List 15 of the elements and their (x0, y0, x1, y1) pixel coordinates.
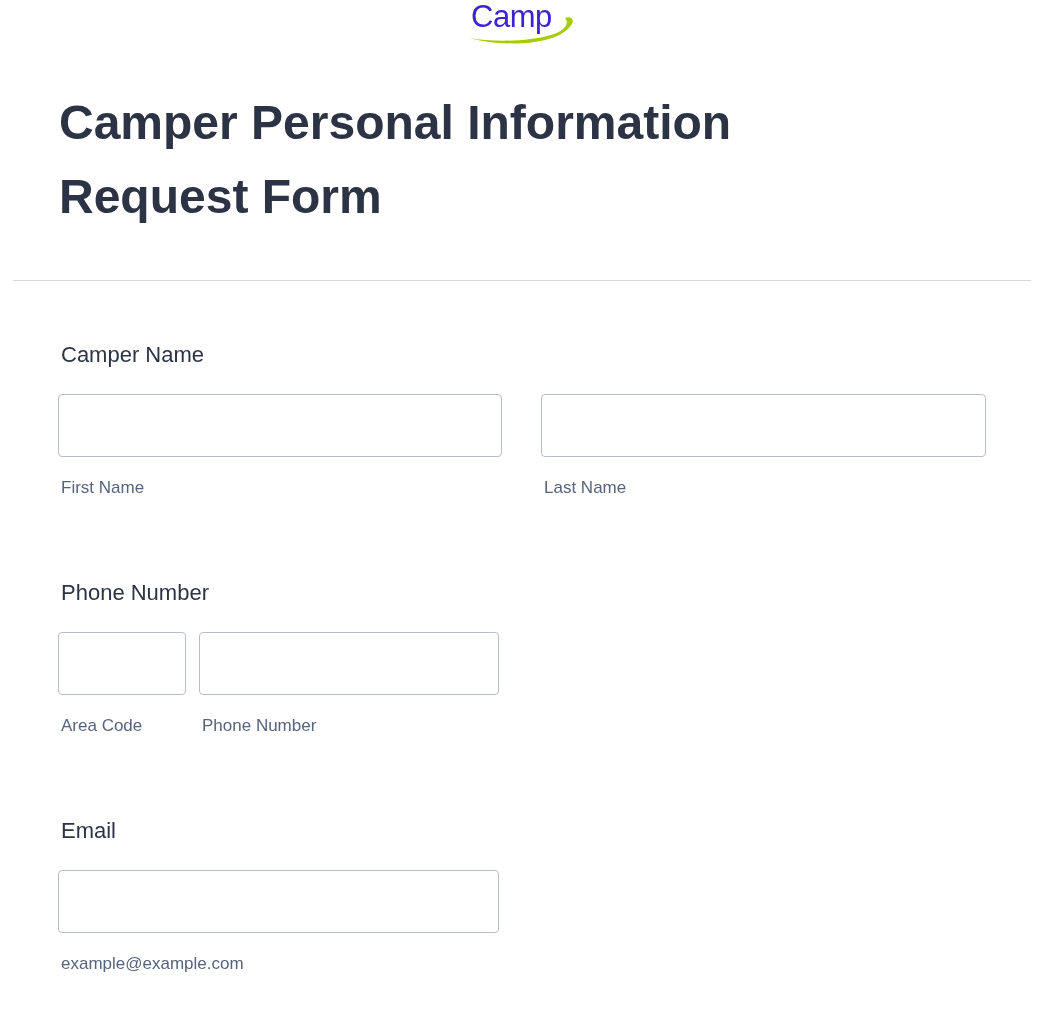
field-label: Phone Number (61, 579, 209, 607)
field-hint: example@example.com (61, 953, 244, 975)
field-hint: Area Code (61, 715, 143, 737)
field-label: Camper Name (61, 341, 205, 369)
input-field[interactable] (58, 632, 186, 695)
input-field[interactable] (541, 394, 986, 457)
field-hint: Phone Number (202, 715, 317, 737)
form-title: Camper Personal Information Request Form (59, 95, 733, 225)
logo-text: Camp (471, 0, 552, 35)
field-hint: First Name (61, 477, 145, 499)
input-field[interactable] (58, 870, 499, 933)
field-hint: Last Name (544, 477, 627, 499)
field-label: Email (61, 817, 116, 845)
input-field[interactable] (58, 394, 502, 457)
input-field[interactable] (199, 632, 499, 695)
